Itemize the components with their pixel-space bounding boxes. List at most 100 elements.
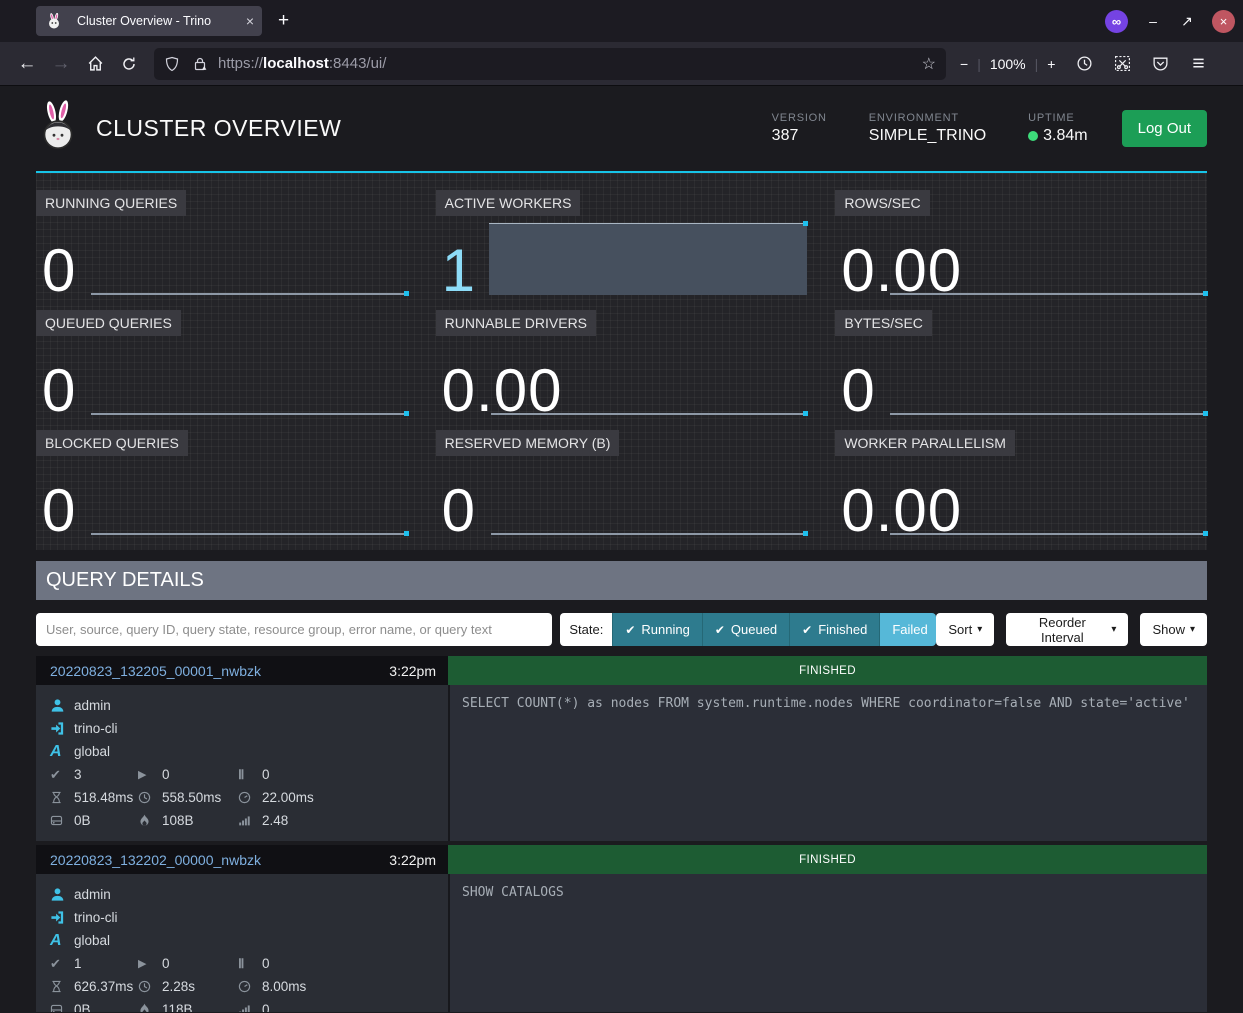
- wall-time-hourglass-icon: [50, 791, 74, 804]
- elapsed-time: 2.28s: [162, 979, 195, 994]
- user-icon: [50, 698, 74, 713]
- zoom-in-button[interactable]: +: [1047, 56, 1055, 72]
- completed-splits: 1: [74, 956, 82, 971]
- memory-disk-icon: [50, 1003, 74, 1012]
- sparkline: [491, 413, 808, 415]
- environment-label: ENVIRONMENT: [869, 112, 986, 124]
- screenshot-scissors-icon[interactable]: [1109, 49, 1135, 79]
- elapsed-time: 558.50ms: [162, 790, 221, 805]
- parallelism: 0: [262, 1002, 270, 1012]
- sparkline: [91, 533, 408, 535]
- metric-label: WORKER PARALLELISM: [835, 430, 1015, 456]
- cpu-gauge-icon: [238, 980, 262, 993]
- environment-value: SIMPLE_TRINO: [869, 127, 986, 145]
- metric-label: BYTES/SEC: [835, 310, 932, 336]
- app-header: CLUSTER OVERVIEW VERSION 387 ENVIRONMENT…: [36, 86, 1207, 173]
- bookmark-star-icon[interactable]: ☆: [922, 54, 936, 74]
- lock-warning-icon[interactable]: [192, 56, 208, 72]
- shield-icon[interactable]: [164, 56, 180, 72]
- query-resource-group: global: [74, 933, 110, 948]
- sparkline: [890, 413, 1207, 415]
- query-id-link[interactable]: 20220823_132205_00001_nwbzk: [50, 663, 261, 679]
- version-stat: VERSION 387: [772, 112, 827, 145]
- url-text[interactable]: https://localhost:8443/ui/: [218, 55, 922, 72]
- sort-dropdown[interactable]: Sort ▾: [936, 613, 994, 646]
- logout-button[interactable]: Log Out: [1122, 110, 1207, 147]
- tab-title: Cluster Overview - Trino: [77, 14, 240, 28]
- state-queued-button[interactable]: ✔ Queued: [702, 613, 789, 646]
- query-sql-text: SHOW CATALOGS: [448, 874, 1207, 1012]
- tab-close-icon[interactable]: ×: [246, 13, 254, 29]
- metric-queued-queries: QUEUED QUERIES 0: [36, 310, 408, 417]
- browser-tab[interactable]: Cluster Overview - Trino ×: [36, 6, 262, 36]
- new-tab-button[interactable]: +: [278, 10, 289, 32]
- state-failed-dropdown[interactable]: Failed ▾: [879, 613, 936, 646]
- window-restore-button[interactable]: ↗: [1178, 13, 1196, 30]
- elapsed-clock-icon: [138, 791, 162, 804]
- trino-cluster-overview-page: CLUSTER OVERVIEW VERSION 387 ENVIRONMENT…: [0, 86, 1243, 1012]
- show-dropdown[interactable]: Show ▾: [1140, 613, 1207, 646]
- browser-navbar: ← → https://localhost:8443/ui/ ☆ − | 100…: [0, 42, 1243, 86]
- metric-worker-parallelism: WORKER PARALLELISM 0.00: [835, 430, 1207, 537]
- uptime-value: 3.84m: [1043, 127, 1087, 145]
- check-icon: ✔: [625, 623, 635, 637]
- forward-icon[interactable]: →: [44, 49, 78, 79]
- private-browsing-mask-icon: ∞: [1105, 10, 1128, 33]
- query-time: 3:22pm: [389, 663, 436, 679]
- metric-value: 0.00: [841, 481, 962, 541]
- state-running-button[interactable]: ✔ Running: [612, 613, 702, 646]
- version-label: VERSION: [772, 112, 827, 124]
- pocket-icon[interactable]: [1147, 49, 1173, 79]
- query-sql-text: SELECT COUNT(*) as nodes FROM system.run…: [448, 685, 1207, 841]
- window-minimize-button[interactable]: –: [1144, 13, 1162, 29]
- trino-logo-bunny-icon: [36, 100, 80, 157]
- state-filter-group: State: ✔ Running ✔ Queued ✔ Finished Fai…: [560, 613, 936, 646]
- query-id-link[interactable]: 20220823_132202_00000_nwbzk: [50, 852, 261, 868]
- menu-hamburger-icon[interactable]: ≡: [1185, 49, 1211, 79]
- sparkline: [491, 533, 808, 535]
- metric-running-queries: RUNNING QUERIES 0: [36, 190, 408, 297]
- separator: |: [977, 56, 981, 72]
- sparkline: [91, 293, 408, 295]
- current-memory: 0B: [74, 1002, 91, 1012]
- metric-rows-sec: ROWS/SEC 0.00: [835, 190, 1207, 297]
- queued-splits-pause-icon: Ⅱ: [238, 767, 262, 783]
- metric-value: 0: [42, 361, 76, 421]
- running-splits: 0: [162, 956, 170, 971]
- state-label: State:: [560, 613, 612, 646]
- cumulative-memory: 108B: [162, 813, 194, 828]
- state-finished-button[interactable]: ✔ Finished: [789, 613, 879, 646]
- window-close-button[interactable]: ×: [1212, 10, 1235, 33]
- metric-value: 0: [841, 361, 875, 421]
- home-icon[interactable]: [78, 49, 112, 79]
- history-clock-icon[interactable]: [1071, 49, 1097, 79]
- zoom-level[interactable]: 100%: [990, 56, 1026, 72]
- zoom-out-button[interactable]: −: [960, 56, 968, 72]
- cumulative-memory-flame-icon: [138, 814, 162, 827]
- cumulative-memory-flame-icon: [138, 1003, 162, 1012]
- user-icon: [50, 887, 74, 902]
- elapsed-clock-icon: [138, 980, 162, 993]
- metric-label: RESERVED MEMORY (B): [436, 430, 620, 456]
- source-sign-in-icon: [50, 721, 74, 736]
- url-bar[interactable]: https://localhost:8443/ui/ ☆: [154, 48, 946, 80]
- queued-splits: 0: [262, 956, 270, 971]
- query-filter-input[interactable]: [36, 613, 552, 646]
- reload-icon[interactable]: [112, 49, 146, 79]
- sparkline: [890, 533, 1207, 535]
- cpu-gauge-icon: [238, 791, 262, 804]
- version-value: 387: [772, 127, 827, 145]
- metric-label: ROWS/SEC: [835, 190, 929, 216]
- metric-value: 1: [442, 241, 476, 301]
- resource-group-road-icon: A: [50, 932, 74, 950]
- wall-time: 626.37ms: [74, 979, 133, 994]
- running-splits-play-icon: ▶: [138, 768, 162, 781]
- reorder-interval-dropdown[interactable]: Reorder Interval ▾: [1006, 613, 1128, 646]
- query-user: admin: [74, 698, 111, 713]
- metric-label: BLOCKED QUERIES: [36, 430, 188, 456]
- completed-splits: 3: [74, 767, 82, 782]
- cpu-time: 22.00ms: [262, 790, 314, 805]
- back-icon[interactable]: ←: [10, 49, 44, 79]
- resource-group-road-icon: A: [50, 743, 74, 761]
- uptime-label: UPTIME: [1028, 112, 1087, 124]
